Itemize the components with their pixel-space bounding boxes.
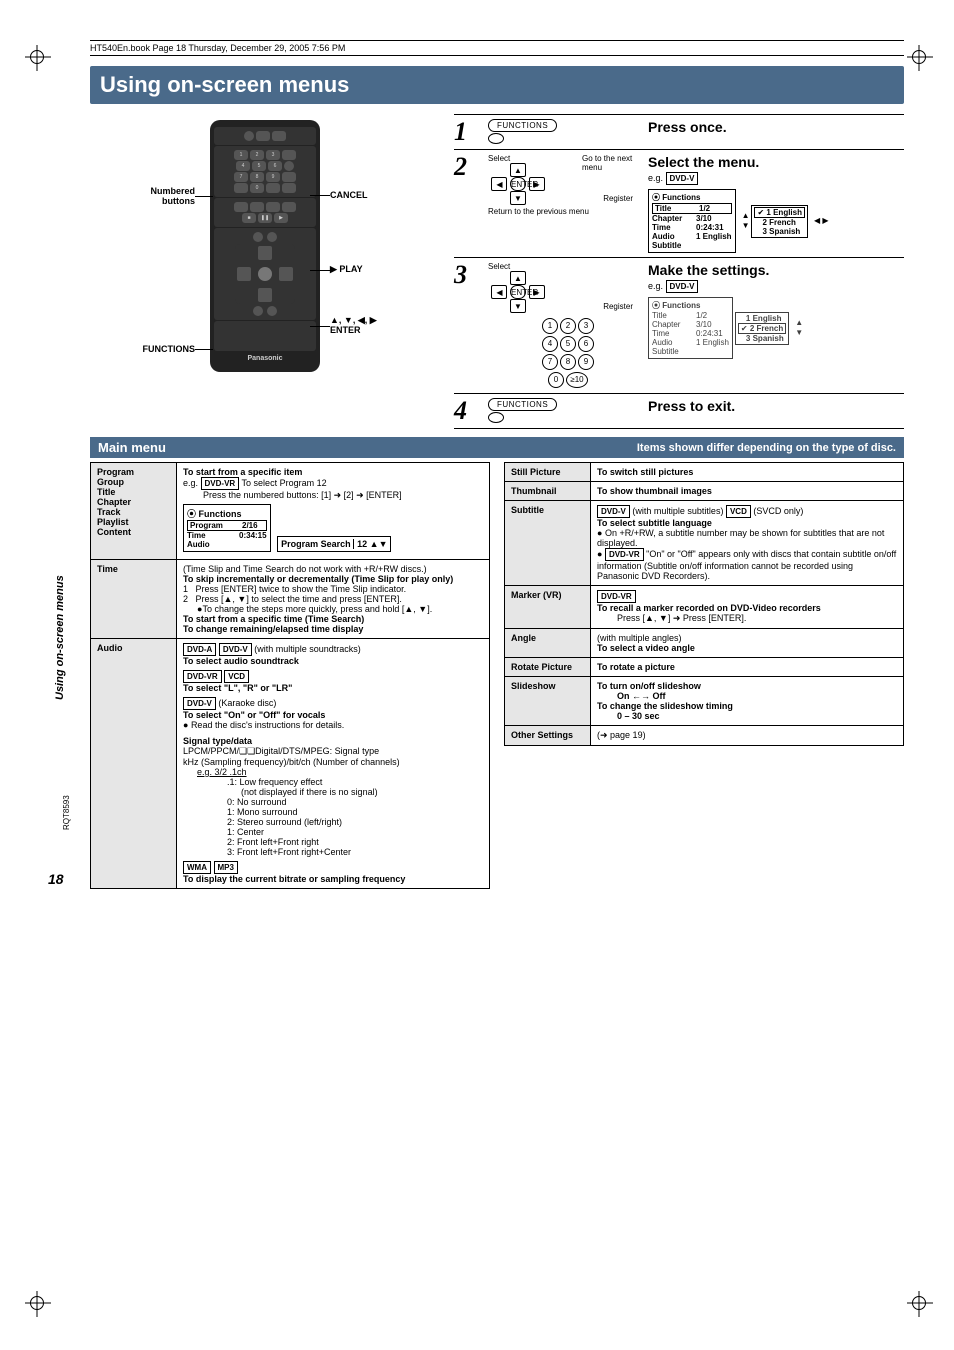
label-select: Select <box>488 262 648 271</box>
remote-brand: Panasonic <box>214 355 316 362</box>
updown-arrows-icon: ▲▼ <box>742 211 750 230</box>
step-num-2: 2 <box>454 154 488 253</box>
label-enter: ▲, ▼, ◀, ▶ ENTER <box>330 316 400 336</box>
step3-instruction: Make the settings. <box>648 262 904 278</box>
table-row: Marker (VR) DVD-VR To recall a marker re… <box>505 586 904 629</box>
label-play: ▶ PLAY <box>330 264 400 275</box>
functions-pill: FUNCTIONS <box>488 119 557 132</box>
functions-pill: FUNCTIONS <box>488 398 557 411</box>
dpad-left-icon: ◀ <box>491 177 507 191</box>
table-row: Rotate Picture To rotate a picture <box>505 658 904 677</box>
table-row: Angle (with multiple angles)To select a … <box>505 629 904 658</box>
table-row: Program Group Title Chapter Track Playli… <box>91 463 490 560</box>
main-menu-table-left: Program Group Title Chapter Track Playli… <box>90 462 490 889</box>
step-3: 3 Select ▲ ◀ ENTER ▶ ▼ Register 123 456 … <box>454 258 904 394</box>
step-num-3: 3 <box>454 262 488 389</box>
step-num-4: 4 <box>454 398 488 424</box>
section-bar: Main menu Items shown differ depending o… <box>90 437 904 458</box>
step-2: 2 Select ▲ ◀ ENTER ▶ ▼ Go to the next me… <box>454 150 904 258</box>
label-goto: Go to the next menu <box>582 154 648 172</box>
dpad-right-icon: ▶ <box>529 177 545 191</box>
table-row: Time (Time Slip and Time Search do not w… <box>91 560 490 639</box>
side-running-title: Using on-screen menus <box>54 575 66 700</box>
dpad: ▲ ◀ ENTER ▶ ▼ <box>488 163 548 205</box>
enter-button: ENTER <box>510 177 526 191</box>
remote-figure: Numbered buttons FUNCTIONS CANCEL ▶ PLAY… <box>90 114 440 429</box>
page-number: 18 <box>48 871 64 887</box>
step1-instruction: Press once. <box>648 119 904 135</box>
osd-box: ⦿ Functions Title1/2 Chapter3/10 Time0:2… <box>648 189 736 253</box>
table-row: Thumbnail To show thumbnail images <box>505 482 904 501</box>
menu-key-group: Program Group Title Chapter Track Playli… <box>91 463 177 560</box>
table-row: Slideshow To turn on/off slideshow On ←→… <box>505 677 904 726</box>
table-row: Subtitle DVD-V (with multiple subtitles)… <box>505 501 904 586</box>
doc-code: RQT8593 <box>62 795 71 830</box>
step4-instruction: Press to exit. <box>648 398 904 414</box>
tag-dvd-v: DVD-V <box>666 172 699 185</box>
dpad-up-icon: ▲ <box>510 163 526 177</box>
step-4: 4 FUNCTIONS Press to exit. <box>454 394 904 429</box>
table-row: Audio DVD-A DVD-V (with multiple soundtr… <box>91 639 490 889</box>
label-numbered-buttons: Numbered buttons <box>125 186 195 206</box>
main-menu-table-right: Still Picture To switch still pictures T… <box>504 462 904 746</box>
steps: 1 FUNCTIONS Press once. 2 Select ▲ ◀ ENT… <box>454 114 904 429</box>
leftright-arrows-icon: ◀ ▶ <box>814 216 829 225</box>
label-register: Register <box>603 194 633 203</box>
crop-header: HT540En.book Page 18 Thursday, December … <box>90 40 904 56</box>
label-cancel: CANCEL <box>330 190 400 200</box>
label-return: Return to the previous menu <box>488 207 648 216</box>
osd-box: ⦿ Functions Title1/2 Chapter3/10 Time0:2… <box>648 297 733 359</box>
table-row: Other Settings (➜ page 19) <box>505 726 904 746</box>
table-row: Still Picture To switch still pictures <box>505 463 904 482</box>
page-title: Using on-screen menus <box>90 66 904 104</box>
section-note: Items shown differ depending on the type… <box>637 442 896 454</box>
section-title: Main menu <box>98 440 166 455</box>
menu-key-audio: Audio <box>91 639 177 889</box>
remote-body: 123 456 789 0 ■❚❚▶ <box>210 120 320 372</box>
menu-key-time: Time <box>91 560 177 639</box>
dpad-down-icon: ▼ <box>510 191 526 205</box>
page: HT540En.book Page 18 Thursday, December … <box>0 0 954 929</box>
dpad: ▲ ◀ ENTER ▶ ▼ <box>488 271 548 313</box>
step-num-1: 1 <box>454 119 488 145</box>
step2-instruction: Select the menu. <box>648 154 904 170</box>
label-functions: FUNCTIONS <box>125 344 195 354</box>
step-1: 1 FUNCTIONS Press once. <box>454 114 904 150</box>
